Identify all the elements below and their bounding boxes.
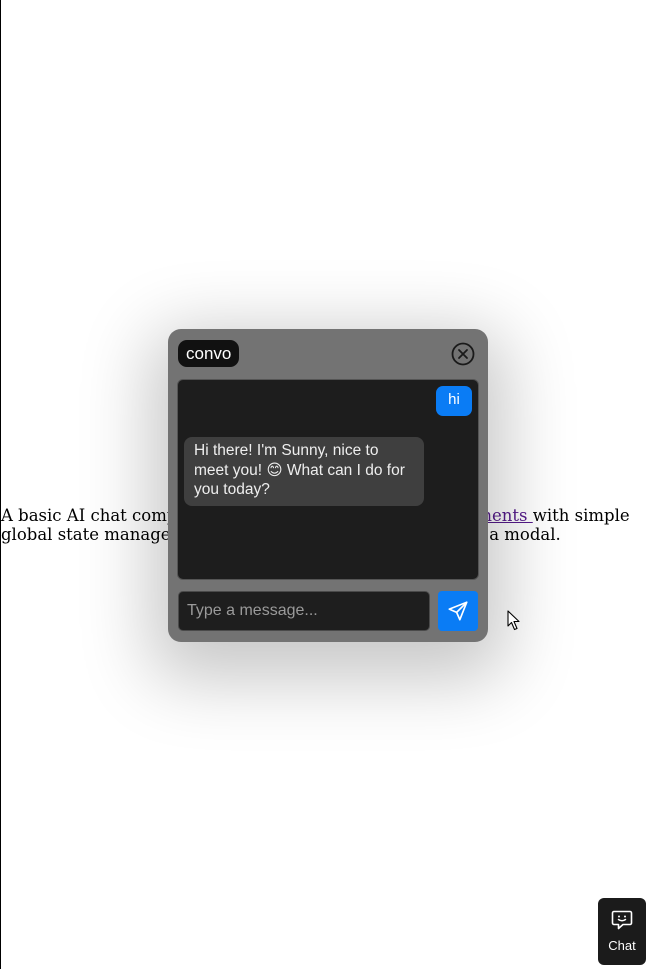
close-button[interactable] (451, 342, 475, 366)
close-circle-icon (451, 342, 475, 366)
chat-launcher-button[interactable]: Chat (598, 898, 646, 965)
mouse-pointer-icon (507, 610, 521, 631)
description-text-start: A basic AI chat compo (1, 506, 188, 525)
message-input[interactable] (178, 591, 430, 631)
chat-modal: convo hi Hi there! I'm Sunny, nice to me… (168, 329, 488, 642)
description-line2-start: global state managem (1, 525, 187, 544)
user-message: hi (436, 386, 472, 416)
send-icon (448, 601, 468, 621)
page-left-border (0, 0, 1, 969)
chat-launcher-label: Chat (608, 938, 636, 953)
components-link[interactable]: nents (481, 506, 532, 525)
description-text-end: with simple (532, 506, 630, 525)
send-button[interactable] (438, 591, 478, 631)
chat-bubble-icon (611, 910, 633, 930)
message-list[interactable]: hi Hi there! I'm Sunny, nice to meet you… (177, 379, 479, 580)
brand-label: convo (178, 340, 240, 367)
description-line2-end: a modal. (489, 525, 561, 544)
assistant-message: Hi there! I'm Sunny, nice to meet you! 😊… (184, 437, 424, 506)
